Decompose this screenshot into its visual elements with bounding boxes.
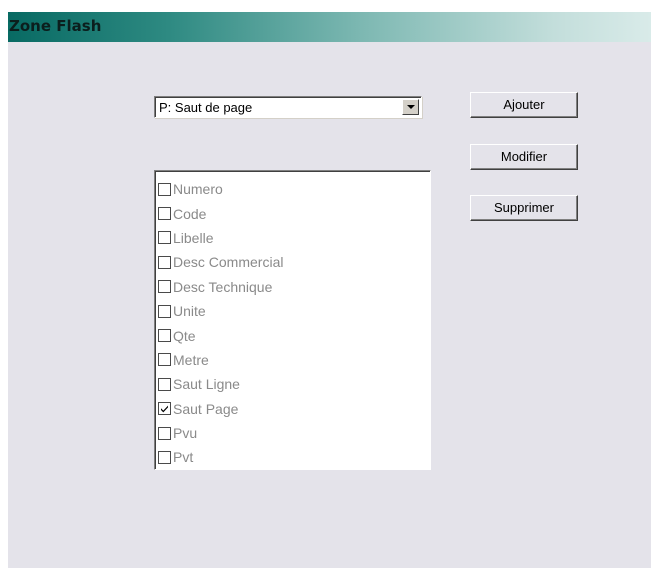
field-label: Unite	[173, 303, 206, 320]
field-label: Code	[173, 205, 207, 222]
checkbox[interactable]	[158, 207, 171, 221]
break-type-dropdown[interactable]: P: Saut de page	[154, 96, 422, 118]
list-item[interactable]: Pvt	[158, 445, 283, 469]
field-label: Numero	[173, 181, 223, 198]
field-checklist[interactable]: Numero Code Libelle Desc Commercial Desc Tec…	[154, 170, 431, 470]
checkbox[interactable]	[158, 255, 171, 269]
add-button[interactable]: Ajouter	[470, 92, 578, 118]
checkbox[interactable]	[158, 377, 171, 391]
list-item[interactable]: Metre	[158, 348, 283, 372]
list-item[interactable]: Pvu	[158, 421, 283, 445]
list-item[interactable]: Desc Technique	[158, 275, 283, 299]
checkbox[interactable]	[158, 450, 171, 464]
field-label: Saut Ligne	[173, 376, 240, 393]
dropdown-button[interactable]	[402, 99, 419, 115]
field-label: Qte	[173, 327, 196, 344]
checkbox[interactable]	[158, 231, 171, 245]
field-label: Pvu	[173, 425, 198, 442]
window-title: Zone Flash	[9, 17, 102, 35]
delete-button[interactable]: Supprimer	[470, 195, 578, 221]
field-label: Libelle	[173, 229, 214, 246]
list-item[interactable]: Saut Ligne	[158, 372, 283, 396]
check-icon	[161, 405, 168, 413]
list-item[interactable]: Qte	[158, 323, 283, 347]
dropdown-selected-value: P: Saut de page	[159, 100, 253, 115]
field-label: Saut Page	[173, 400, 239, 417]
checkbox[interactable]	[158, 304, 171, 318]
checkbox[interactable]	[158, 182, 171, 196]
checkbox[interactable]	[158, 353, 171, 367]
list-item[interactable]: Saut Page	[158, 397, 283, 421]
field-label: Desc Technique	[173, 278, 273, 295]
title-bar: Zone Flash	[8, 12, 651, 42]
checkbox[interactable]	[158, 280, 171, 294]
field-label: Metre	[173, 351, 209, 368]
checkbox-checked[interactable]	[158, 402, 171, 416]
chevron-down-icon	[407, 105, 415, 109]
field-list: Numero Code Libelle Desc Commercial Desc Tec…	[158, 177, 283, 470]
modify-button[interactable]: Modifier	[470, 144, 578, 170]
list-item[interactable]: Code	[158, 201, 283, 225]
list-item[interactable]: Numero	[158, 177, 283, 201]
list-item[interactable]: Libelle	[158, 226, 283, 250]
field-label: Desc Commercial	[173, 254, 284, 271]
zone-flash-window: Zone Flash P: Saut de page Ajouter Modif…	[8, 12, 651, 568]
checkbox[interactable]	[158, 329, 171, 343]
checkbox[interactable]	[158, 426, 171, 440]
list-item[interactable]: Desc Commercial	[158, 250, 283, 274]
list-item[interactable]: Unite	[158, 299, 283, 323]
field-label: Pvt	[173, 449, 194, 466]
